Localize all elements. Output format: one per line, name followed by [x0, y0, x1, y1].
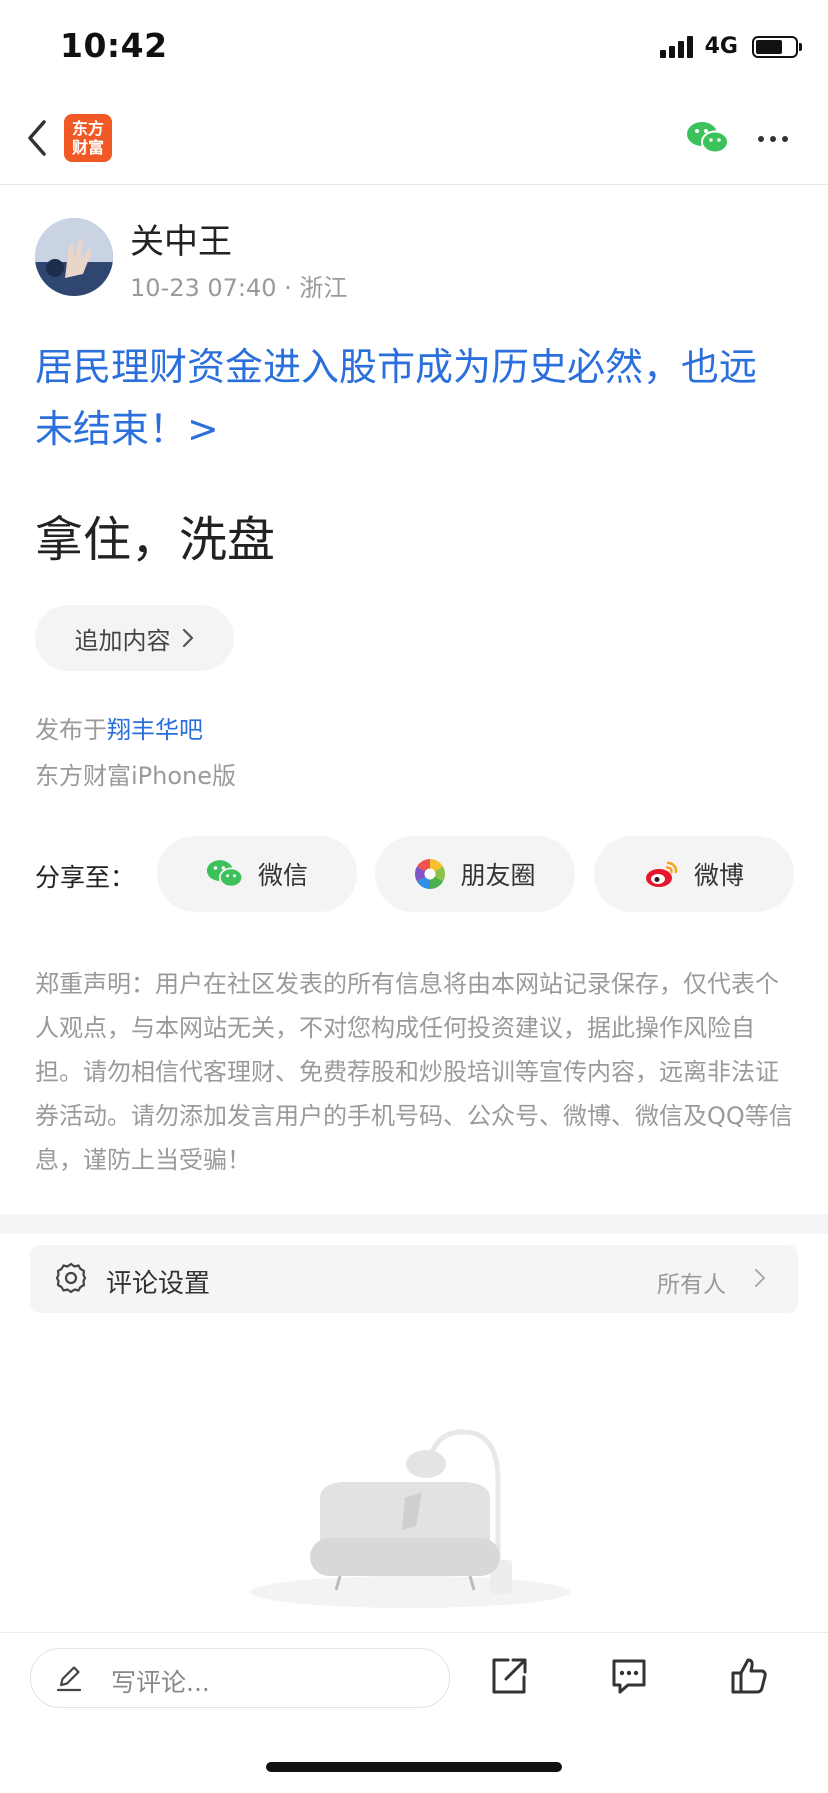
more-icon[interactable]: [758, 136, 788, 142]
comment-settings-value: 所有人: [657, 1272, 726, 1298]
comment-placeholder: 写评论...: [111, 1668, 210, 1697]
share-icon[interactable]: [488, 1655, 530, 1697]
pencil-icon: [56, 1666, 82, 1692]
network-type: 4G: [704, 34, 738, 59]
share-moments-button[interactable]: 朋友圈: [375, 836, 575, 912]
empty-comments-illustration: [250, 1429, 570, 1608]
comment-icon[interactable]: [608, 1655, 650, 1697]
post-title-link[interactable]: 居民理财资金进入股市成为历史必然，也远未结束！>: [35, 336, 775, 460]
append-content-button[interactable]: 追加内容: [35, 605, 234, 671]
avatar[interactable]: [35, 218, 113, 296]
stock-bar-link[interactable]: 翔丰华吧: [107, 716, 203, 744]
chevron-left-icon: [28, 120, 46, 156]
published-in: 发布于翔丰华吧: [35, 710, 203, 745]
share-weibo-button[interactable]: 微博: [594, 836, 794, 912]
post-body: 拿住，洗盘: [35, 512, 276, 568]
share-wechat-label: 微信: [257, 861, 308, 890]
status-indicators: 4G: [659, 34, 802, 59]
share-wechat-button[interactable]: 微信: [157, 836, 357, 912]
logo-text-bottom: 财富: [71, 138, 104, 157]
published-prefix: 发布于: [35, 716, 107, 744]
gear-icon: [55, 1262, 87, 1294]
share-moments-label: 朋友圈: [460, 861, 536, 890]
wechat-icon: [687, 122, 729, 154]
share-label: 分享至：: [35, 863, 136, 892]
comment-settings-label: 评论设置: [106, 1269, 211, 1299]
logo-text-top: 东方: [71, 119, 104, 138]
author-name[interactable]: 关中王: [130, 214, 232, 263]
eastmoney-logo[interactable]: 东方 财富: [64, 114, 112, 162]
weibo-icon: [645, 861, 678, 887]
status-time: 10:42: [60, 26, 168, 65]
disclaimer-text: 郑重声明：用户在社区发表的所有信息将由本网站记录保存，仅代表个人观点，与本网站无…: [35, 970, 793, 1174]
nav-bar: 东方 财富: [0, 92, 828, 185]
section-divider: [0, 1214, 828, 1234]
back-button[interactable]: [22, 114, 66, 162]
home-indicator: [266, 1762, 562, 1772]
platform-label: 东方财富iPhone版: [35, 762, 237, 790]
avatar-image: [35, 218, 113, 296]
comment-input[interactable]: 写评论...: [30, 1648, 450, 1708]
like-icon[interactable]: [728, 1655, 770, 1697]
battery-icon: [752, 35, 802, 58]
chevron-right-icon: [182, 628, 193, 648]
share-weibo-label: 微博: [693, 861, 744, 890]
signal-icon: [659, 35, 693, 58]
chevron-right-icon: [755, 1269, 765, 1287]
wechat-icon: [206, 860, 244, 888]
append-content-label: 追加内容: [74, 626, 171, 655]
moments-icon: [415, 859, 446, 889]
wechat-share-button[interactable]: [686, 120, 730, 160]
post-meta: 10-23 07:40 · 浙江: [130, 274, 348, 302]
comment-settings-row[interactable]: 评论设置 所有人: [30, 1245, 798, 1313]
